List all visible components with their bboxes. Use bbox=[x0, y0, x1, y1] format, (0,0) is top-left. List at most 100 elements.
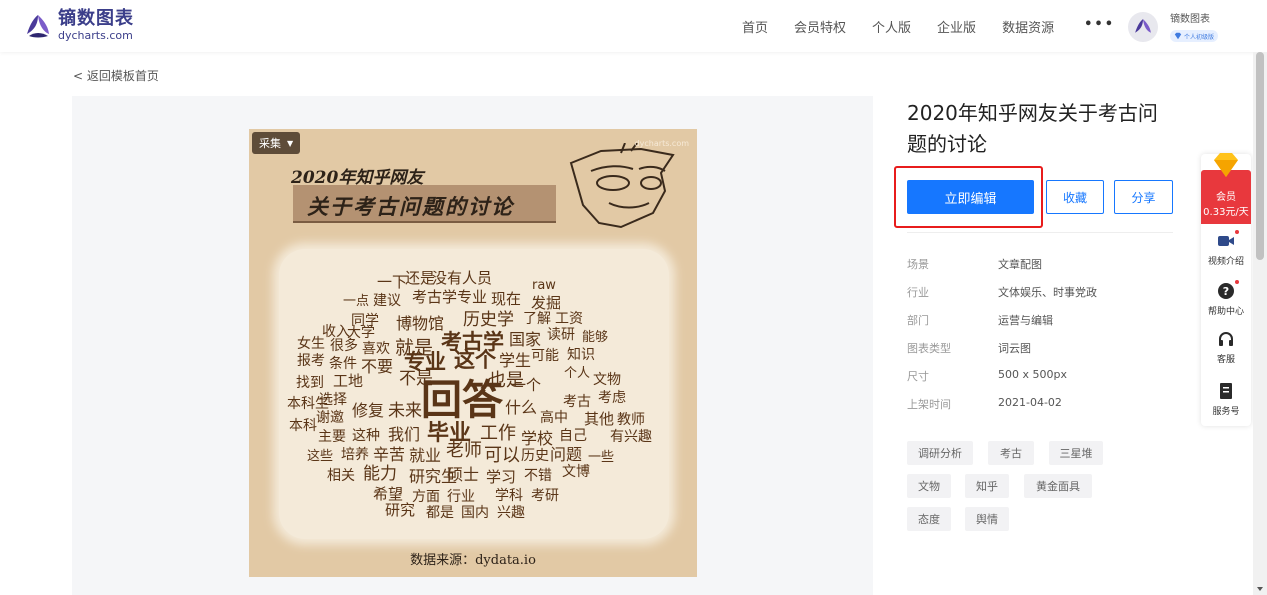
meta-row: 行业 文体娱乐、时事党政 bbox=[907, 284, 1097, 312]
avatar[interactable] bbox=[1128, 12, 1158, 42]
page-scrollbar[interactable] bbox=[1253, 52, 1267, 595]
meta-value: 运营与编辑 bbox=[998, 314, 1053, 327]
tag-item[interactable]: 三星堆 bbox=[1049, 441, 1103, 465]
help-center-button[interactable]: ? 帮助中心 bbox=[1201, 280, 1251, 317]
tag-item[interactable]: 文物 bbox=[907, 474, 951, 498]
word-cloud-word: 自己 bbox=[559, 428, 587, 444]
word-cloud-word: 学生 bbox=[499, 351, 532, 370]
tag-item[interactable]: 舆情 bbox=[965, 507, 1009, 531]
back-to-templates-link[interactable]: < 返回模板首页 bbox=[73, 67, 159, 84]
meta-value: 2021-04-02 bbox=[998, 396, 1062, 409]
vip-price: 0.33元/天 bbox=[1203, 207, 1249, 218]
meta-key: 尺寸 bbox=[907, 370, 929, 383]
word-cloud-word: 修复 bbox=[352, 401, 385, 420]
tag-item[interactable]: 态度 bbox=[907, 507, 951, 531]
word-cloud-word: 建议 bbox=[373, 293, 401, 309]
word-cloud-word: 本科 bbox=[289, 418, 317, 434]
word-cloud-word: 找到 bbox=[296, 375, 324, 391]
template-preview-image: 2020年知乎网友 关于考古问题的讨论 dycharts.com 采集 ▼ 一下… bbox=[249, 129, 697, 577]
meta-key: 上架时间 bbox=[907, 398, 951, 411]
word-cloud-word: 条件 bbox=[329, 356, 357, 372]
tag-item[interactable]: 考古 bbox=[988, 441, 1034, 465]
word-cloud-word: 喜欢 bbox=[362, 341, 390, 357]
word-cloud-word: 国内 bbox=[461, 505, 489, 521]
user-menu[interactable]: 镝数图表 个人初级版 bbox=[1128, 10, 1219, 44]
word-cloud-word: 现在 bbox=[491, 290, 522, 308]
help-icon: ? bbox=[1218, 283, 1234, 299]
user-plan-label: 个人初级版 bbox=[1184, 33, 1215, 41]
word-cloud-word: 未来 bbox=[388, 401, 422, 421]
word-cloud-word: 就业 bbox=[409, 446, 442, 465]
video-intro-button[interactable]: 视频介绍 bbox=[1201, 230, 1251, 267]
user-name: 镝数图表 bbox=[1170, 14, 1210, 25]
nav-vip[interactable]: 会员特权 bbox=[794, 17, 846, 36]
brand-logo[interactable]: 镝数图表 dycharts.com bbox=[24, 10, 134, 41]
video-intro-label: 视频介绍 bbox=[1207, 257, 1244, 267]
word-cloud-word: 能够 bbox=[582, 330, 609, 345]
scroll-down-arrow-icon[interactable] bbox=[1257, 587, 1263, 591]
meta-value: 词云图 bbox=[998, 342, 1031, 355]
user-plan-badge: 个人初级版 bbox=[1170, 30, 1219, 42]
service-account-button[interactable]: 服务号 bbox=[1201, 382, 1251, 417]
meta-key: 行业 bbox=[907, 286, 929, 299]
nav-enterprise[interactable]: 企业版 bbox=[937, 17, 976, 36]
tag-item[interactable]: 知乎 bbox=[965, 474, 1009, 498]
word-cloud-word: 工资 bbox=[555, 311, 583, 327]
word-cloud-word: 收入 bbox=[322, 324, 350, 340]
word-cloud-word: 考古学专业 bbox=[412, 288, 488, 306]
word-cloud-word: 历史 bbox=[521, 448, 549, 464]
nav-personal[interactable]: 个人版 bbox=[872, 17, 911, 36]
word-cloud-word: 学习 bbox=[486, 468, 517, 486]
word-cloud-word: 很多 bbox=[330, 338, 358, 354]
word-cloud-word: 方面 bbox=[412, 489, 440, 505]
customer-service-button[interactable]: 客服 bbox=[1201, 330, 1251, 365]
word-cloud-word: 相关 bbox=[327, 468, 355, 484]
word-cloud-word: 可以 bbox=[484, 445, 520, 466]
word-cloud-word: 考古 bbox=[563, 394, 591, 410]
word-cloud-word: 这些 bbox=[307, 449, 334, 464]
word-cloud-word: 博物馆 bbox=[396, 314, 445, 333]
word-cloud-word: 一点 bbox=[343, 294, 370, 309]
vip-promo-button[interactable]: 会员 0.33元/天 bbox=[1201, 170, 1251, 224]
template-info-panel: 2020年知乎网友关于考古问题的讨论 立即编辑 收藏 分享 场景 文章配图 行业文… bbox=[894, 98, 1177, 531]
template-preview-area: 2020年知乎网友 关于考古问题的讨论 dycharts.com 采集 ▼ 一下… bbox=[72, 96, 873, 595]
word-cloud-word: 可能 bbox=[531, 348, 559, 364]
tag-item[interactable]: 黄金面具 bbox=[1024, 474, 1092, 498]
word-cloud-word: 读研 bbox=[547, 327, 575, 343]
edit-now-button[interactable]: 立即编辑 bbox=[907, 180, 1034, 214]
template-meta: 场景 文章配图 行业 文体娱乐、时事党政 部门 运营与编辑 图表类型 词云图 尺寸 500… bbox=[907, 256, 1097, 424]
vip-label: 会员 bbox=[1216, 192, 1236, 203]
word-cloud-word: 女生 bbox=[297, 336, 325, 352]
share-button[interactable]: 分享 bbox=[1114, 180, 1173, 214]
nav-data[interactable]: 数据资源 bbox=[1002, 17, 1054, 36]
template-title: 2020年知乎网友关于考古问题的讨论 bbox=[907, 101, 1158, 156]
customer-service-label: 客服 bbox=[1216, 355, 1235, 365]
word-cloud-word: 一下 bbox=[377, 273, 408, 291]
nav-more-icon[interactable]: ••• bbox=[1084, 17, 1115, 36]
meta-key: 部门 bbox=[907, 314, 929, 327]
brand-domain: dycharts.com bbox=[58, 29, 133, 42]
nav-home[interactable]: 首页 bbox=[742, 17, 768, 36]
word-cloud-word: 研究 bbox=[385, 501, 416, 519]
headset-icon bbox=[1219, 332, 1233, 346]
word-cloud-word: 个人 bbox=[564, 366, 591, 381]
favorite-button[interactable]: 收藏 bbox=[1046, 180, 1104, 214]
word-cloud-word: 学校 bbox=[521, 429, 554, 448]
word-cloud-word: 都是 bbox=[426, 505, 454, 521]
word-cloud-word: 报考 bbox=[297, 353, 325, 369]
word-cloud-word: 了解 bbox=[523, 311, 551, 327]
word-cloud-word: 高中 bbox=[540, 410, 568, 426]
meta-row: 上架时间 2021-04-02 bbox=[907, 396, 1097, 424]
word-cloud-word: 文博 bbox=[562, 464, 590, 480]
word-cloud-word: raw bbox=[532, 278, 556, 293]
word-cloud-word: 什么 bbox=[505, 398, 538, 417]
word-cloud-word: 工地 bbox=[333, 372, 364, 390]
word-cloud-word: 历史学 bbox=[463, 310, 514, 330]
word-cloud-word: 老师 bbox=[446, 440, 482, 461]
brand-name: 镝数图表 bbox=[58, 8, 134, 29]
word-cloud-word: 谢邀 bbox=[316, 410, 344, 426]
scrollbar-thumb[interactable] bbox=[1256, 52, 1264, 260]
word-cloud-word: 有兴趣 bbox=[610, 429, 652, 445]
meta-value: 文体娱乐、时事党政 bbox=[998, 286, 1097, 299]
tag-item[interactable]: 调研分析 bbox=[907, 441, 973, 465]
